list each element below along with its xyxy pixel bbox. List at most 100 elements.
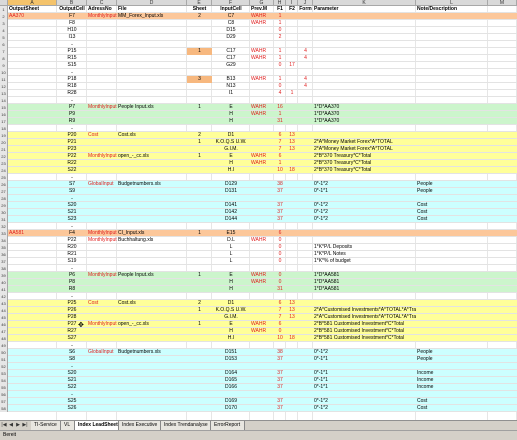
cell-l[interactable]: Cost xyxy=(416,405,488,412)
cell-a[interactable] xyxy=(8,398,57,405)
cell-b[interactable]: R9 xyxy=(57,118,87,125)
cell-l[interactable] xyxy=(416,223,488,230)
cell-a[interactable] xyxy=(8,132,57,139)
cell-a[interactable] xyxy=(8,125,57,132)
cell-j[interactable] xyxy=(298,132,313,139)
cell-d[interactable] xyxy=(117,209,187,216)
cell-f[interactable] xyxy=(212,195,250,202)
cell-b[interactable]: R22 xyxy=(57,160,87,167)
cell-c[interactable]: MonthlyInput xyxy=(87,230,117,237)
cell-j[interactable] xyxy=(298,41,313,48)
cell-e[interactable] xyxy=(187,20,212,27)
cell-h[interactable]: 6 xyxy=(274,132,286,139)
cell-i[interactable] xyxy=(286,27,298,34)
cell-e[interactable] xyxy=(187,41,212,48)
cell-c[interactable] xyxy=(87,90,117,97)
cell-h[interactable]: 38 xyxy=(274,181,286,188)
cell-k[interactable]: 0*-1*2 xyxy=(313,405,416,412)
cell-f[interactable]: D15 xyxy=(212,27,250,34)
cell-k[interactable]: 0*-1*2 xyxy=(313,216,416,223)
row-number[interactable]: 33 xyxy=(0,230,8,237)
row-number[interactable]: 30 xyxy=(0,209,8,216)
cell-g[interactable] xyxy=(250,146,274,153)
cell-c[interactable] xyxy=(87,195,117,202)
cell-i[interactable] xyxy=(286,195,298,202)
row-number[interactable]: 24 xyxy=(0,167,8,174)
cell-j[interactable] xyxy=(298,90,313,97)
cell-e[interactable] xyxy=(187,286,212,293)
cell-j[interactable] xyxy=(298,342,313,349)
cell-l[interactable] xyxy=(416,27,488,34)
cell-c[interactable] xyxy=(87,370,117,377)
row-number[interactable]: 41 xyxy=(0,286,8,293)
cell-e[interactable] xyxy=(187,34,212,41)
cell-h[interactable] xyxy=(274,265,286,272)
cell-f[interactable]: H xyxy=(212,111,250,118)
cell-f[interactable]: E xyxy=(212,153,250,160)
cell-h[interactable]: 37 xyxy=(274,209,286,216)
cell-a[interactable] xyxy=(8,188,57,195)
cell-b[interactable]: S23 xyxy=(57,216,87,223)
cell-c[interactable] xyxy=(87,34,117,41)
cell-i[interactable] xyxy=(286,209,298,216)
row-number[interactable]: 11 xyxy=(0,76,8,83)
cell-k[interactable]: 1*D*AA370 xyxy=(313,111,416,118)
cell-f[interactable]: H xyxy=(212,286,250,293)
cell-d[interactable] xyxy=(117,314,187,321)
cell-l[interactable] xyxy=(416,272,488,279)
cell-k[interactable] xyxy=(313,125,416,132)
cell-l[interactable] xyxy=(416,321,488,328)
cell-a[interactable]: AA370 xyxy=(8,13,57,20)
cell-j[interactable] xyxy=(298,349,313,356)
cell-f[interactable] xyxy=(212,391,250,398)
cell-d[interactable] xyxy=(117,335,187,342)
cell-e[interactable] xyxy=(187,335,212,342)
cell-j[interactable] xyxy=(298,363,313,370)
cell-h[interactable]: 6 xyxy=(274,153,286,160)
cell-i[interactable]: 18 xyxy=(286,167,298,174)
cell-a[interactable] xyxy=(8,300,57,307)
cell-g[interactable] xyxy=(250,139,274,146)
cell-h[interactable]: 7 xyxy=(274,146,286,153)
cell-f[interactable]: E xyxy=(212,321,250,328)
cell-d[interactable] xyxy=(117,76,187,83)
cell-g[interactable]: WAHR xyxy=(250,328,274,335)
cell-d[interactable] xyxy=(117,139,187,146)
cell-k[interactable] xyxy=(313,83,416,90)
cell-j[interactable] xyxy=(298,405,313,412)
cell-g[interactable] xyxy=(250,335,274,342)
cell-i[interactable]: F2 xyxy=(286,6,298,13)
cell-l[interactable]: Cost xyxy=(416,209,488,216)
cell-a[interactable] xyxy=(8,307,57,314)
row-number[interactable]: 21 xyxy=(0,146,8,153)
cell-g[interactable] xyxy=(250,34,274,41)
cell-g[interactable] xyxy=(250,118,274,125)
cell-c[interactable] xyxy=(87,160,117,167)
cell-j[interactable] xyxy=(298,307,313,314)
cell-b[interactable]: H10 xyxy=(57,27,87,34)
cell-l[interactable] xyxy=(416,69,488,76)
cell-c[interactable] xyxy=(87,174,117,181)
cell-d[interactable] xyxy=(117,146,187,153)
row-number[interactable]: 31 xyxy=(0,216,8,223)
cell-f[interactable]: C8 xyxy=(212,20,250,27)
cell-j[interactable] xyxy=(298,258,313,265)
cell-l[interactable] xyxy=(416,13,488,20)
cell-g[interactable] xyxy=(250,286,274,293)
cell-e[interactable]: 1 xyxy=(187,307,212,314)
cell-i[interactable] xyxy=(286,69,298,76)
cell-a[interactable] xyxy=(8,160,57,167)
sheet-tab[interactable]: Index Executive xyxy=(119,421,161,430)
cell-b[interactable]: P28 xyxy=(57,314,87,321)
cell-g[interactable]: WAHR xyxy=(250,20,274,27)
cell-j[interactable] xyxy=(298,195,313,202)
cell-c[interactable] xyxy=(87,328,117,335)
cell-i[interactable] xyxy=(286,398,298,405)
cell-a[interactable] xyxy=(8,167,57,174)
cell-f[interactable]: E xyxy=(212,104,250,111)
cell-a[interactable] xyxy=(8,279,57,286)
cell-j[interactable] xyxy=(298,356,313,363)
cell-d[interactable] xyxy=(117,398,187,405)
cell-j[interactable] xyxy=(298,118,313,125)
cell-c[interactable] xyxy=(87,377,117,384)
